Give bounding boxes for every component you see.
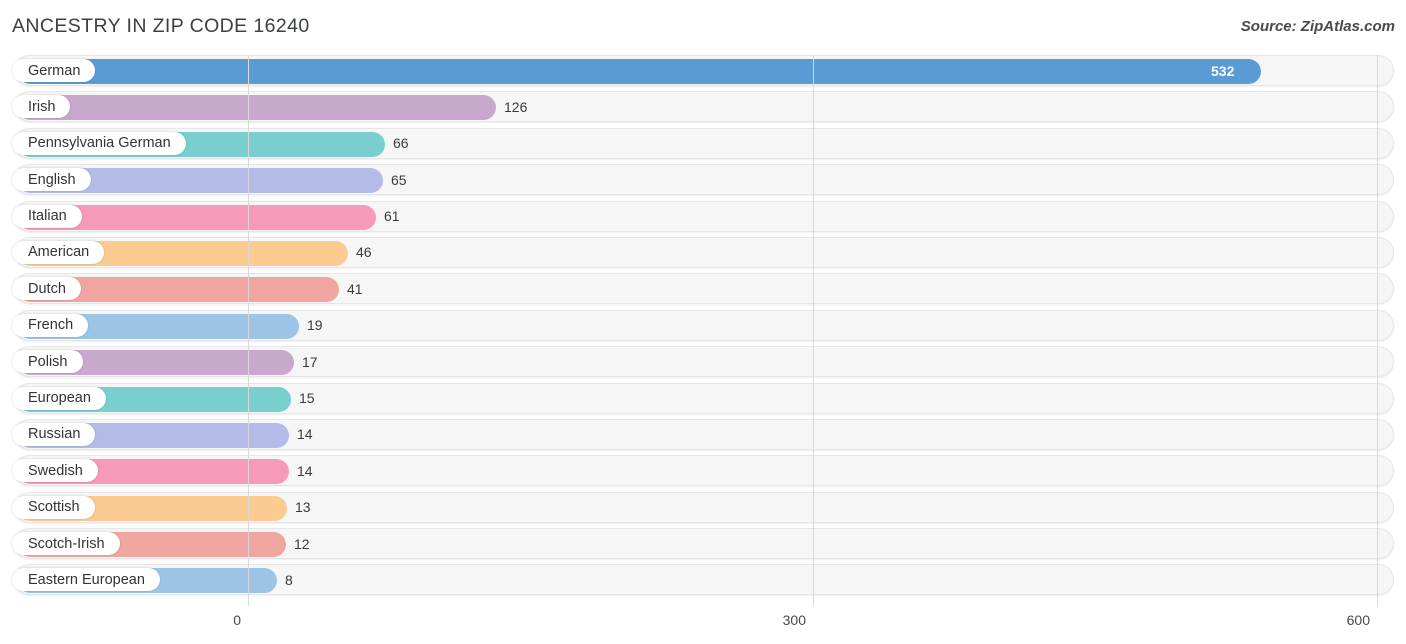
bar-value-label: 15 bbox=[299, 390, 315, 407]
bar-value-label: 532 bbox=[1211, 62, 1235, 79]
bar-track bbox=[14, 309, 1394, 341]
ancestry-bar-chart: ANCESTRY IN ZIP CODE 16240 Source: ZipAt… bbox=[0, 0, 1406, 644]
bar-row[interactable]: Pennsylvania German 66 bbox=[0, 127, 1406, 159]
source-attribution: Source: ZipAtlas.com bbox=[1240, 18, 1395, 35]
bar-row[interactable]: Russian 14 bbox=[0, 418, 1406, 450]
bar-value-label: 61 bbox=[384, 208, 400, 225]
bar-category-label: Eastern European bbox=[12, 568, 160, 592]
bar-category-label: Scotch-Irish bbox=[12, 532, 120, 556]
bar-row[interactable]: German 532 bbox=[0, 55, 1406, 86]
axis-tick-label: 600 bbox=[1346, 612, 1370, 628]
bar-track bbox=[14, 127, 1394, 159]
bar-value-label: 41 bbox=[347, 280, 363, 297]
bar-category-label: American bbox=[12, 240, 105, 264]
bar-fill bbox=[18, 95, 496, 121]
bar-value-label: 46 bbox=[356, 244, 372, 261]
x-axis: 0 300 600 bbox=[0, 606, 1406, 644]
bar-category-label: Scottish bbox=[12, 495, 95, 519]
bar-value-label: 19 bbox=[307, 317, 323, 334]
bar-value-label: 66 bbox=[393, 135, 409, 152]
bar-row[interactable]: English 65 bbox=[0, 164, 1406, 196]
bar-row[interactable]: American 46 bbox=[0, 236, 1406, 268]
bar-track bbox=[14, 91, 1394, 123]
bar-row[interactable]: Eastern European 8 bbox=[0, 564, 1406, 596]
bar-value-label: 17 bbox=[302, 353, 318, 370]
bar-category-label: Polish bbox=[12, 350, 83, 374]
bar-track bbox=[14, 491, 1394, 523]
bar-row[interactable]: Scotch-Irish 12 bbox=[0, 528, 1406, 560]
bar-track bbox=[14, 346, 1394, 378]
bar-row[interactable]: European 15 bbox=[0, 382, 1406, 414]
chart-header: ANCESTRY IN ZIP CODE 16240 Source: ZipAt… bbox=[0, 0, 1406, 55]
bar-track bbox=[14, 382, 1394, 414]
bar-value-label: 14 bbox=[297, 426, 313, 443]
bar-category-label: Pennsylvania German bbox=[12, 131, 186, 155]
bar-row[interactable]: Irish 126 bbox=[0, 91, 1406, 123]
bar-value-label: 12 bbox=[294, 535, 310, 552]
plot-area: German 532 Irish 126 Pennsylvania German 66 En… bbox=[0, 55, 1406, 606]
bar-row[interactable]: Swedish 14 bbox=[0, 455, 1406, 487]
bar-category-label: Dutch bbox=[12, 277, 81, 301]
bar-track bbox=[14, 564, 1394, 596]
bar-category-label: French bbox=[12, 313, 89, 337]
page-title: ANCESTRY IN ZIP CODE 16240 bbox=[12, 15, 310, 37]
bar-row[interactable]: French 19 bbox=[0, 309, 1406, 341]
bar-value-label: 65 bbox=[391, 171, 407, 188]
bar-category-label: Irish bbox=[12, 95, 71, 119]
bar-track bbox=[14, 200, 1394, 232]
bar-track bbox=[14, 455, 1394, 487]
bar-value-label: 13 bbox=[295, 499, 311, 516]
bar-value-label: 8 bbox=[285, 571, 293, 588]
bar-value-label: 126 bbox=[504, 98, 528, 115]
bar-track bbox=[14, 273, 1394, 305]
axis-tick-label: 0 bbox=[233, 612, 241, 628]
bar-rows: German 532 Irish 126 Pennsylvania German 66 En… bbox=[0, 55, 1406, 601]
bar-category-label: European bbox=[12, 386, 106, 410]
bar-track bbox=[14, 528, 1394, 560]
bar-category-label: Russian bbox=[12, 422, 96, 446]
bar-fill bbox=[18, 59, 1261, 84]
bar-row[interactable]: Scottish 13 bbox=[0, 491, 1406, 523]
bar-track bbox=[14, 164, 1394, 196]
bar-row[interactable]: Dutch 41 bbox=[0, 273, 1406, 305]
bar-track bbox=[14, 55, 1394, 86]
bar-row[interactable]: Italian 61 bbox=[0, 200, 1406, 232]
bar-category-label: Swedish bbox=[12, 459, 98, 483]
bar-row[interactable]: Polish 17 bbox=[0, 346, 1406, 378]
bar-track bbox=[14, 236, 1394, 268]
bar-track bbox=[14, 418, 1394, 450]
bar-category-label: English bbox=[12, 168, 91, 192]
axis-tick-label: 300 bbox=[782, 612, 806, 628]
bar-value-label: 14 bbox=[297, 462, 313, 479]
bar-category-label: German bbox=[12, 59, 96, 82]
bar-category-label: Italian bbox=[12, 204, 82, 228]
